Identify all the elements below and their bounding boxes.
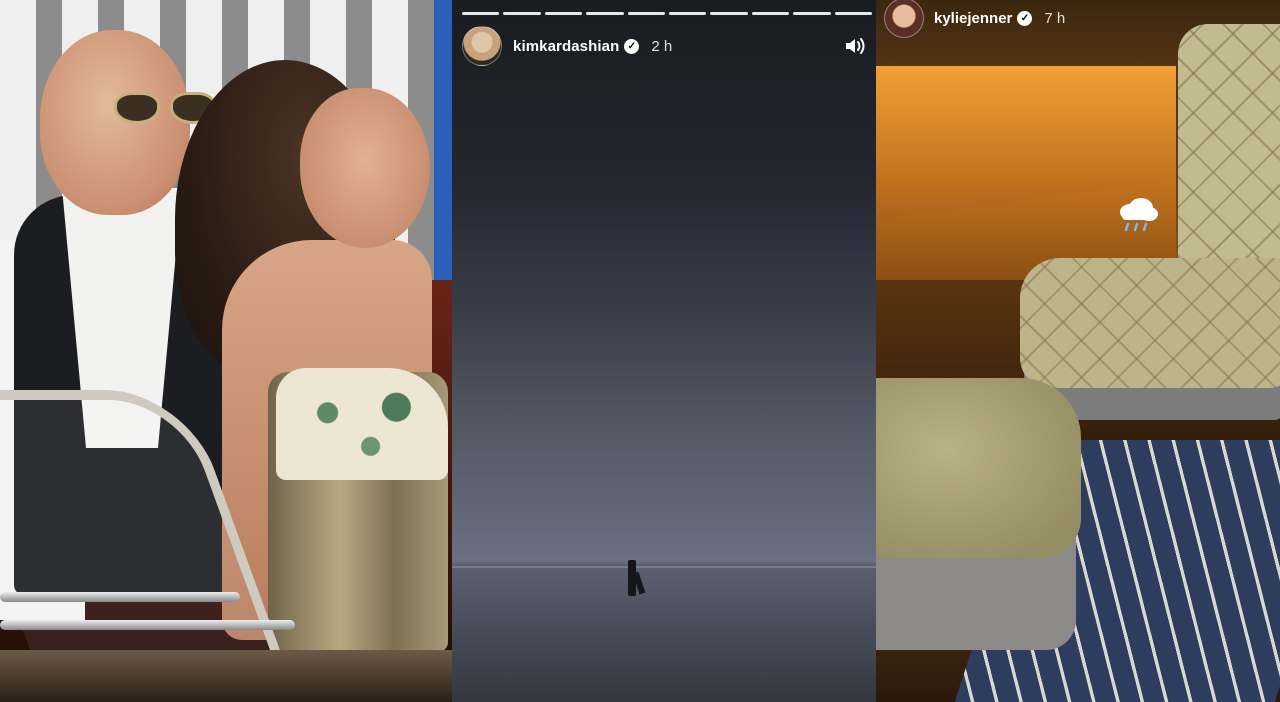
story-timestamp: 2 h xyxy=(651,37,673,55)
story-progress-segment xyxy=(751,12,790,15)
story-progress-segment xyxy=(462,12,500,15)
boat-rail xyxy=(0,592,240,602)
story-progress-segment xyxy=(834,12,873,15)
rain-cloud-icon[interactable] xyxy=(1116,196,1160,234)
story-progress-segment xyxy=(793,12,831,15)
avatar[interactable] xyxy=(462,26,502,66)
story-header[interactable]: kyliejenner ✓ 7 h xyxy=(884,0,1066,38)
verified-badge-icon: ✓ xyxy=(1017,10,1033,26)
story-progress-segment xyxy=(669,12,707,15)
story-progress-segment xyxy=(503,12,541,15)
kim-story-panel[interactable]: kimkardashian ✓ 2 h xyxy=(452,0,876,702)
story-header[interactable]: kimkardashian ✓ 2 h xyxy=(462,26,673,66)
couple-photo-panel xyxy=(0,0,452,702)
story-progress-bar xyxy=(462,12,873,15)
seat-backrest xyxy=(1178,24,1280,294)
boat-rim xyxy=(0,650,452,702)
seat-cushion xyxy=(876,378,1081,558)
boat-rail xyxy=(0,620,295,630)
blue-pole xyxy=(434,0,452,280)
story-progress-segment xyxy=(627,12,666,15)
story-username[interactable]: kimkardashian xyxy=(513,38,619,55)
avatar[interactable] xyxy=(884,0,924,38)
floral-bodice xyxy=(276,368,448,480)
verified-badge-icon: ✓ xyxy=(624,38,640,54)
seat-cushion xyxy=(1020,258,1280,388)
horizon-line xyxy=(452,566,876,568)
woman-face xyxy=(300,88,430,248)
story-timestamp: 7 h xyxy=(1044,9,1066,27)
story-progress-segment xyxy=(544,12,583,15)
sea-water xyxy=(452,567,876,702)
speaker-volume-icon[interactable] xyxy=(844,36,866,56)
story-progress-segment xyxy=(586,12,624,15)
story-progress-segment xyxy=(710,12,748,15)
kylie-story-panel[interactable]: kyliejenner ✓ 7 h xyxy=(876,0,1280,702)
story-username[interactable]: kyliejenner xyxy=(934,10,1012,27)
